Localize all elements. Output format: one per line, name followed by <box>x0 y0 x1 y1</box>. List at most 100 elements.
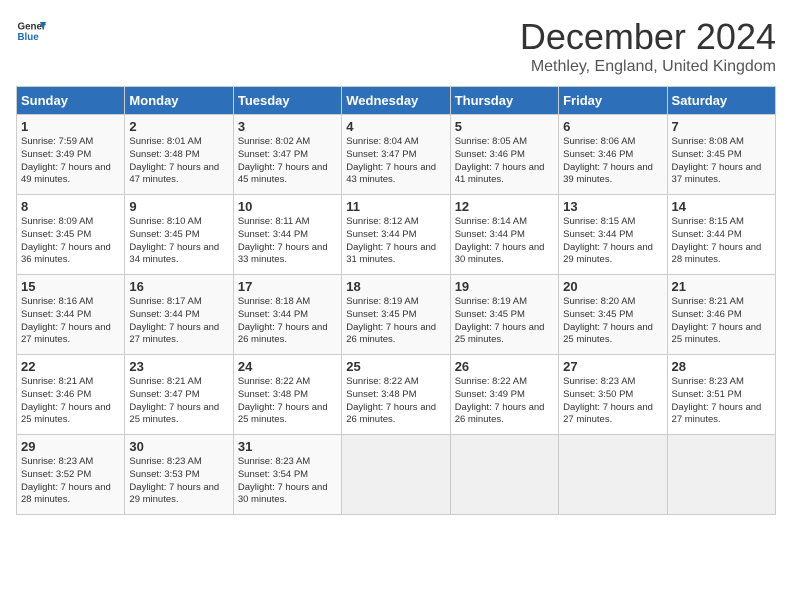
cell-5-3: 31 Sunrise: 8:23 AMSunset: 3:54 PMDaylig… <box>233 435 341 515</box>
day-number: 2 <box>129 119 228 134</box>
day-number: 3 <box>238 119 337 134</box>
day-info: Sunrise: 8:02 AMSunset: 3:47 PMDaylight:… <box>238 136 337 187</box>
cell-4-5: 26 Sunrise: 8:22 AMSunset: 3:49 PMDaylig… <box>450 355 558 435</box>
cell-4-4: 25 Sunrise: 8:22 AMSunset: 3:48 PMDaylig… <box>342 355 450 435</box>
week-row-5: 29 Sunrise: 8:23 AMSunset: 3:52 PMDaylig… <box>17 435 776 515</box>
day-info: Sunrise: 8:22 AMSunset: 3:49 PMDaylight:… <box>455 376 554 427</box>
day-info: Sunrise: 8:18 AMSunset: 3:44 PMDaylight:… <box>238 296 337 347</box>
col-tuesday: Tuesday <box>233 87 341 115</box>
day-number: 5 <box>455 119 554 134</box>
cell-2-1: 8 Sunrise: 8:09 AMSunset: 3:45 PMDayligh… <box>17 195 125 275</box>
day-number: 28 <box>672 359 771 374</box>
cell-3-2: 16 Sunrise: 8:17 AMSunset: 3:44 PMDaylig… <box>125 275 233 355</box>
cell-3-5: 19 Sunrise: 8:19 AMSunset: 3:45 PMDaylig… <box>450 275 558 355</box>
day-number: 7 <box>672 119 771 134</box>
day-number: 10 <box>238 199 337 214</box>
day-info: Sunrise: 8:10 AMSunset: 3:45 PMDaylight:… <box>129 216 228 267</box>
day-info: Sunrise: 8:19 AMSunset: 3:45 PMDaylight:… <box>346 296 445 347</box>
day-info: Sunrise: 7:59 AMSunset: 3:49 PMDaylight:… <box>21 136 120 187</box>
day-info: Sunrise: 8:20 AMSunset: 3:45 PMDaylight:… <box>563 296 662 347</box>
cell-3-6: 20 Sunrise: 8:20 AMSunset: 3:45 PMDaylig… <box>559 275 667 355</box>
day-info: Sunrise: 8:16 AMSunset: 3:44 PMDaylight:… <box>21 296 120 347</box>
cell-5-1: 29 Sunrise: 8:23 AMSunset: 3:52 PMDaylig… <box>17 435 125 515</box>
day-info: Sunrise: 8:21 AMSunset: 3:47 PMDaylight:… <box>129 376 228 427</box>
cell-3-7: 21 Sunrise: 8:21 AMSunset: 3:46 PMDaylig… <box>667 275 775 355</box>
cell-1-2: 2 Sunrise: 8:01 AMSunset: 3:48 PMDayligh… <box>125 115 233 195</box>
cell-2-5: 12 Sunrise: 8:14 AMSunset: 3:44 PMDaylig… <box>450 195 558 275</box>
day-number: 17 <box>238 279 337 294</box>
cell-1-7: 7 Sunrise: 8:08 AMSunset: 3:45 PMDayligh… <box>667 115 775 195</box>
week-row-2: 8 Sunrise: 8:09 AMSunset: 3:45 PMDayligh… <box>17 195 776 275</box>
day-number: 18 <box>346 279 445 294</box>
day-number: 24 <box>238 359 337 374</box>
col-sunday: Sunday <box>17 87 125 115</box>
col-thursday: Thursday <box>450 87 558 115</box>
logo-icon: General Blue <box>16 16 46 46</box>
logo: General Blue <box>16 16 46 46</box>
day-number: 31 <box>238 439 337 454</box>
week-row-3: 15 Sunrise: 8:16 AMSunset: 3:44 PMDaylig… <box>17 275 776 355</box>
col-wednesday: Wednesday <box>342 87 450 115</box>
day-info: Sunrise: 8:12 AMSunset: 3:44 PMDaylight:… <box>346 216 445 267</box>
title-area: December 2024 Methley, England, United K… <box>520 16 776 76</box>
day-info: Sunrise: 8:05 AMSunset: 3:46 PMDaylight:… <box>455 136 554 187</box>
cell-2-2: 9 Sunrise: 8:10 AMSunset: 3:45 PMDayligh… <box>125 195 233 275</box>
day-info: Sunrise: 8:08 AMSunset: 3:45 PMDaylight:… <box>672 136 771 187</box>
week-row-4: 22 Sunrise: 8:21 AMSunset: 3:46 PMDaylig… <box>17 355 776 435</box>
cell-2-3: 10 Sunrise: 8:11 AMSunset: 3:44 PMDaylig… <box>233 195 341 275</box>
cell-3-4: 18 Sunrise: 8:19 AMSunset: 3:45 PMDaylig… <box>342 275 450 355</box>
day-number: 20 <box>563 279 662 294</box>
cell-5-7 <box>667 435 775 515</box>
day-number: 21 <box>672 279 771 294</box>
cell-3-3: 17 Sunrise: 8:18 AMSunset: 3:44 PMDaylig… <box>233 275 341 355</box>
day-number: 29 <box>21 439 120 454</box>
cell-4-1: 22 Sunrise: 8:21 AMSunset: 3:46 PMDaylig… <box>17 355 125 435</box>
day-info: Sunrise: 8:21 AMSunset: 3:46 PMDaylight:… <box>672 296 771 347</box>
day-number: 19 <box>455 279 554 294</box>
col-saturday: Saturday <box>667 87 775 115</box>
day-info: Sunrise: 8:11 AMSunset: 3:44 PMDaylight:… <box>238 216 337 267</box>
cell-2-7: 14 Sunrise: 8:15 AMSunset: 3:44 PMDaylig… <box>667 195 775 275</box>
cell-1-3: 3 Sunrise: 8:02 AMSunset: 3:47 PMDayligh… <box>233 115 341 195</box>
cell-1-5: 5 Sunrise: 8:05 AMSunset: 3:46 PMDayligh… <box>450 115 558 195</box>
cell-3-1: 15 Sunrise: 8:16 AMSunset: 3:44 PMDaylig… <box>17 275 125 355</box>
day-info: Sunrise: 8:23 AMSunset: 3:54 PMDaylight:… <box>238 456 337 507</box>
day-info: Sunrise: 8:23 AMSunset: 3:50 PMDaylight:… <box>563 376 662 427</box>
day-info: Sunrise: 8:22 AMSunset: 3:48 PMDaylight:… <box>238 376 337 427</box>
day-number: 16 <box>129 279 228 294</box>
svg-text:Blue: Blue <box>18 32 40 43</box>
day-number: 14 <box>672 199 771 214</box>
calendar-table: Sunday Monday Tuesday Wednesday Thursday… <box>16 86 776 515</box>
cell-4-2: 23 Sunrise: 8:21 AMSunset: 3:47 PMDaylig… <box>125 355 233 435</box>
day-number: 11 <box>346 199 445 214</box>
day-number: 1 <box>21 119 120 134</box>
day-info: Sunrise: 8:01 AMSunset: 3:48 PMDaylight:… <box>129 136 228 187</box>
day-number: 25 <box>346 359 445 374</box>
day-number: 6 <box>563 119 662 134</box>
cell-5-5 <box>450 435 558 515</box>
day-info: Sunrise: 8:09 AMSunset: 3:45 PMDaylight:… <box>21 216 120 267</box>
cell-5-6 <box>559 435 667 515</box>
cell-2-4: 11 Sunrise: 8:12 AMSunset: 3:44 PMDaylig… <box>342 195 450 275</box>
day-info: Sunrise: 8:19 AMSunset: 3:45 PMDaylight:… <box>455 296 554 347</box>
cell-1-6: 6 Sunrise: 8:06 AMSunset: 3:46 PMDayligh… <box>559 115 667 195</box>
day-info: Sunrise: 8:21 AMSunset: 3:46 PMDaylight:… <box>21 376 120 427</box>
day-number: 4 <box>346 119 445 134</box>
day-info: Sunrise: 8:06 AMSunset: 3:46 PMDaylight:… <box>563 136 662 187</box>
week-row-1: 1 Sunrise: 7:59 AMSunset: 3:49 PMDayligh… <box>17 115 776 195</box>
day-number: 27 <box>563 359 662 374</box>
day-number: 15 <box>21 279 120 294</box>
day-info: Sunrise: 8:23 AMSunset: 3:51 PMDaylight:… <box>672 376 771 427</box>
cell-4-3: 24 Sunrise: 8:22 AMSunset: 3:48 PMDaylig… <box>233 355 341 435</box>
day-number: 22 <box>21 359 120 374</box>
day-info: Sunrise: 8:14 AMSunset: 3:44 PMDaylight:… <box>455 216 554 267</box>
day-info: Sunrise: 8:22 AMSunset: 3:48 PMDaylight:… <box>346 376 445 427</box>
day-number: 26 <box>455 359 554 374</box>
cell-4-7: 28 Sunrise: 8:23 AMSunset: 3:51 PMDaylig… <box>667 355 775 435</box>
day-number: 23 <box>129 359 228 374</box>
cell-1-4: 4 Sunrise: 8:04 AMSunset: 3:47 PMDayligh… <box>342 115 450 195</box>
calendar-body: 1 Sunrise: 7:59 AMSunset: 3:49 PMDayligh… <box>17 115 776 515</box>
day-info: Sunrise: 8:15 AMSunset: 3:44 PMDaylight:… <box>672 216 771 267</box>
day-info: Sunrise: 8:15 AMSunset: 3:44 PMDaylight:… <box>563 216 662 267</box>
header: General Blue December 2024 Methley, Engl… <box>16 16 776 76</box>
